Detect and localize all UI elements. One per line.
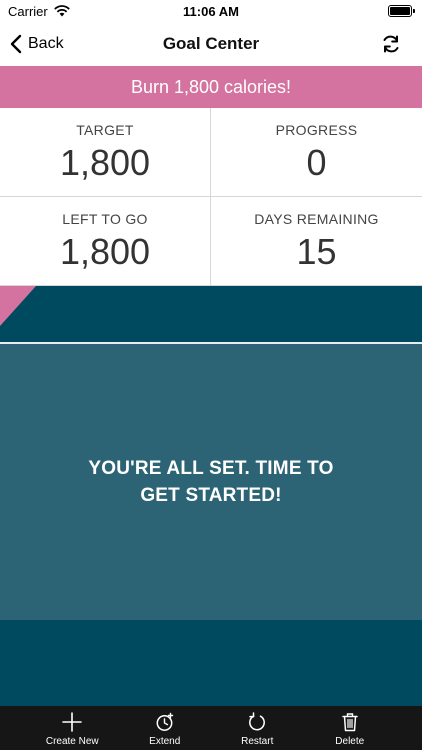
delete-button[interactable]: Delete: [315, 706, 385, 750]
tab-label: Restart: [241, 736, 274, 747]
status-message: YOU'RE ALL SET. TIME TO GET STARTED!: [88, 458, 334, 506]
restart-icon: [249, 712, 266, 731]
stat-days-remaining: DAYS REMAINING 15: [211, 197, 422, 286]
tab-label: Create New: [45, 736, 99, 747]
nav-bar: Back Goal Center: [0, 22, 422, 66]
extend-button[interactable]: Extend: [130, 706, 200, 750]
tab-bar: Create New Extend Restart Delete: [0, 706, 422, 750]
trash-icon: [342, 713, 358, 732]
tab-label: Delete: [335, 736, 365, 747]
back-label: Back: [28, 35, 64, 52]
tab-label: Extend: [149, 736, 181, 747]
stat-label: DAYS REMAINING: [254, 211, 379, 227]
stat-progress: PROGRESS 0: [211, 108, 422, 197]
stat-label: LEFT TO GO: [62, 211, 148, 227]
wifi-icon: [53, 5, 70, 17]
battery-icon: [388, 5, 415, 17]
restart-button[interactable]: Restart: [222, 706, 292, 750]
stat-label: TARGET: [76, 122, 134, 138]
plus-icon: [62, 712, 83, 732]
goal-banner: Burn 1,800 calories!: [0, 66, 422, 108]
stat-left-to-go: LEFT TO GO 1,800: [0, 197, 211, 286]
carrier-label: Carrier: [8, 3, 48, 19]
progress-area-bottom: [0, 620, 422, 706]
stat-value: 1,800: [59, 231, 151, 272]
stats-grid: TARGET 1,800 PROGRESS 0 LEFT TO GO 1,800…: [0, 108, 422, 286]
chevron-left-icon: [10, 34, 22, 54]
message-panel: YOU'RE ALL SET. TIME TO GET STARTED!: [0, 344, 422, 620]
stat-target: TARGET 1,800: [0, 108, 211, 197]
back-button[interactable]: Back: [10, 22, 64, 66]
stat-value: 0: [306, 142, 327, 183]
clock-add-icon: [156, 712, 173, 731]
battery-fill: [390, 7, 410, 15]
progress-area-top: [0, 286, 422, 342]
status-bar: Carrier 11:06 AM: [0, 0, 422, 22]
stat-value: 1,800: [59, 142, 151, 183]
create-new-button[interactable]: Create New: [37, 706, 107, 750]
status-left: Carrier: [8, 4, 70, 19]
progress-corner-marker: [0, 286, 36, 326]
stat-value: 15: [296, 231, 337, 272]
stat-label: PROGRESS: [275, 122, 358, 138]
refresh-icon[interactable]: [380, 33, 402, 55]
goal-banner-text: Burn 1,800 calories!: [130, 76, 292, 97]
